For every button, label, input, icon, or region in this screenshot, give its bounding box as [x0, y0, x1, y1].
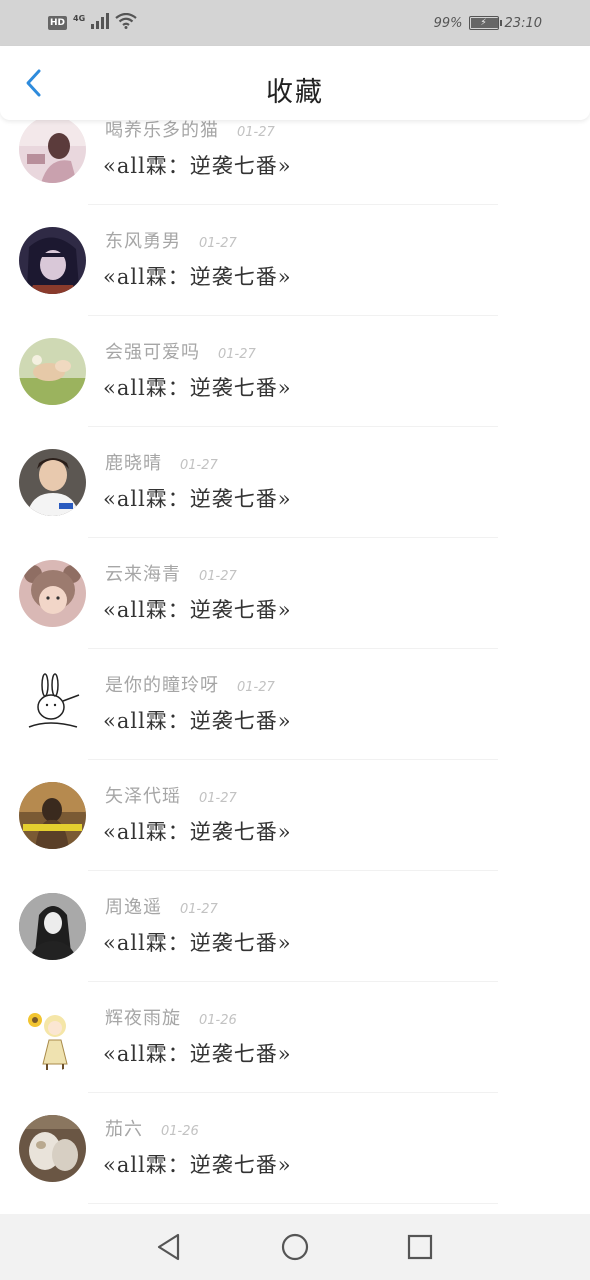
charging-icon: ⚡ [480, 18, 487, 28]
avatar[interactable] [19, 1004, 86, 1071]
book-title[interactable]: «all霖：逆袭七番» [103, 483, 292, 513]
square-recent-icon[interactable] [404, 1231, 436, 1263]
post-date: 01-27 [199, 569, 237, 584]
post-date: 01-27 [199, 791, 237, 806]
user-name[interactable]: 东风勇男 [105, 227, 181, 253]
clock: 23:10 [504, 15, 542, 31]
name-line: 是你的瞳玲呀 01-27 [105, 671, 275, 697]
signal-icon [91, 13, 110, 33]
name-line: 周逸遥 01-27 [105, 893, 218, 919]
post-date: 01-27 [180, 902, 218, 917]
book-title[interactable]: «all霖：逆袭七番» [103, 816, 292, 846]
favorite-row[interactable]: 云来海青 01-27 «all霖：逆袭七番» [0, 538, 590, 649]
favorite-row[interactable]: 会强可爱吗 01-27 «all霖：逆袭七番» [0, 316, 590, 427]
favorite-row[interactable]: 茄六 01-26 «all霖：逆袭七番» [0, 1093, 590, 1204]
wifi-icon [115, 12, 137, 33]
name-line: 喝养乐多的猫 01-27 [105, 120, 275, 142]
user-name[interactable]: 是你的瞳玲呀 [105, 671, 219, 697]
battery-percent: 99% [433, 15, 463, 31]
favorite-row[interactable]: 周逸遥 01-27 «all霖：逆袭七番» [0, 871, 590, 982]
divider [88, 1203, 498, 1204]
status-bar: HD 4G 99% ⚡ 23:10 [0, 0, 590, 46]
user-name[interactable]: 周逸遥 [105, 893, 162, 919]
name-line: 东风勇男 01-27 [105, 227, 237, 253]
battery-icon: ⚡ [468, 16, 502, 30]
post-date: 01-27 [180, 458, 218, 473]
avatar[interactable] [19, 671, 86, 738]
book-title[interactable]: «all霖：逆袭七番» [103, 705, 292, 735]
book-title[interactable]: «all霖：逆袭七番» [103, 927, 292, 957]
name-line: 鹿晓晴 01-27 [105, 449, 218, 475]
hd-badge: HD [48, 16, 68, 30]
favorites-list-inner: 喝养乐多的猫 01-27 «all霖：逆袭七番» 东风勇男 01-27 «all霖：逆袭七… [0, 120, 590, 1204]
user-name[interactable]: 鹿晓晴 [105, 449, 162, 475]
name-line: 会强可爱吗 01-27 [105, 338, 256, 364]
book-title[interactable]: «all霖：逆袭七番» [103, 594, 292, 624]
status-left: HD 4G [48, 12, 137, 33]
favorite-row[interactable]: 喝养乐多的猫 01-27 «all霖：逆袭七番» [0, 120, 590, 205]
app-header: 收藏 [0, 46, 590, 120]
avatar[interactable] [19, 560, 86, 627]
avatar[interactable] [19, 449, 86, 516]
avatar[interactable] [19, 120, 86, 183]
user-name[interactable]: 云来海青 [105, 560, 181, 586]
user-name[interactable]: 喝养乐多的猫 [105, 120, 219, 142]
avatar[interactable] [19, 338, 86, 405]
post-date: 01-26 [199, 1013, 237, 1028]
user-name[interactable]: 矢泽代瑶 [105, 782, 181, 808]
avatar[interactable] [19, 893, 86, 960]
book-title[interactable]: «all霖：逆袭七番» [103, 372, 292, 402]
system-nav-bar [0, 1214, 590, 1280]
favorites-list[interactable]: 喝养乐多的猫 01-27 «all霖：逆袭七番» 东风勇男 01-27 «all霖：逆袭七… [0, 120, 590, 1214]
favorite-row[interactable]: 东风勇男 01-27 «all霖：逆袭七番» [0, 205, 590, 316]
circle-home-icon[interactable] [279, 1231, 311, 1263]
avatar[interactable] [19, 1115, 86, 1182]
network-type: 4G [73, 13, 86, 23]
user-name[interactable]: 茄六 [105, 1115, 143, 1141]
name-line: 茄六 01-26 [105, 1115, 199, 1141]
book-title[interactable]: «all霖：逆袭七番» [103, 1038, 292, 1068]
post-date: 01-27 [237, 125, 275, 140]
avatar[interactable] [19, 782, 86, 849]
status-right: 99% ⚡ 23:10 [434, 16, 542, 31]
book-title[interactable]: «all霖：逆袭七番» [103, 150, 292, 180]
avatar[interactable] [19, 227, 86, 294]
name-line: 矢泽代瑶 01-27 [105, 782, 237, 808]
triangle-back-icon[interactable] [153, 1231, 185, 1263]
page-title: 收藏 [266, 77, 324, 108]
post-date: 01-27 [199, 236, 237, 251]
user-name[interactable]: 会强可爱吗 [105, 338, 200, 364]
favorite-row[interactable]: 是你的瞳玲呀 01-27 «all霖：逆袭七番» [0, 649, 590, 760]
post-date: 01-26 [161, 1124, 199, 1139]
name-line: 辉夜雨旋 01-26 [105, 1004, 237, 1030]
favorite-row[interactable]: 鹿晓晴 01-27 «all霖：逆袭七番» [0, 427, 590, 538]
favorite-row[interactable]: 辉夜雨旋 01-26 «all霖：逆袭七番» [0, 982, 590, 1093]
book-title[interactable]: «all霖：逆袭七番» [103, 1149, 292, 1179]
favorite-row[interactable]: 矢泽代瑶 01-27 «all霖：逆袭七番» [0, 760, 590, 871]
user-name[interactable]: 辉夜雨旋 [105, 1004, 181, 1030]
name-line: 云来海青 01-27 [105, 560, 237, 586]
post-date: 01-27 [237, 680, 275, 695]
book-title[interactable]: «all霖：逆袭七番» [103, 261, 292, 291]
post-date: 01-27 [218, 347, 256, 362]
